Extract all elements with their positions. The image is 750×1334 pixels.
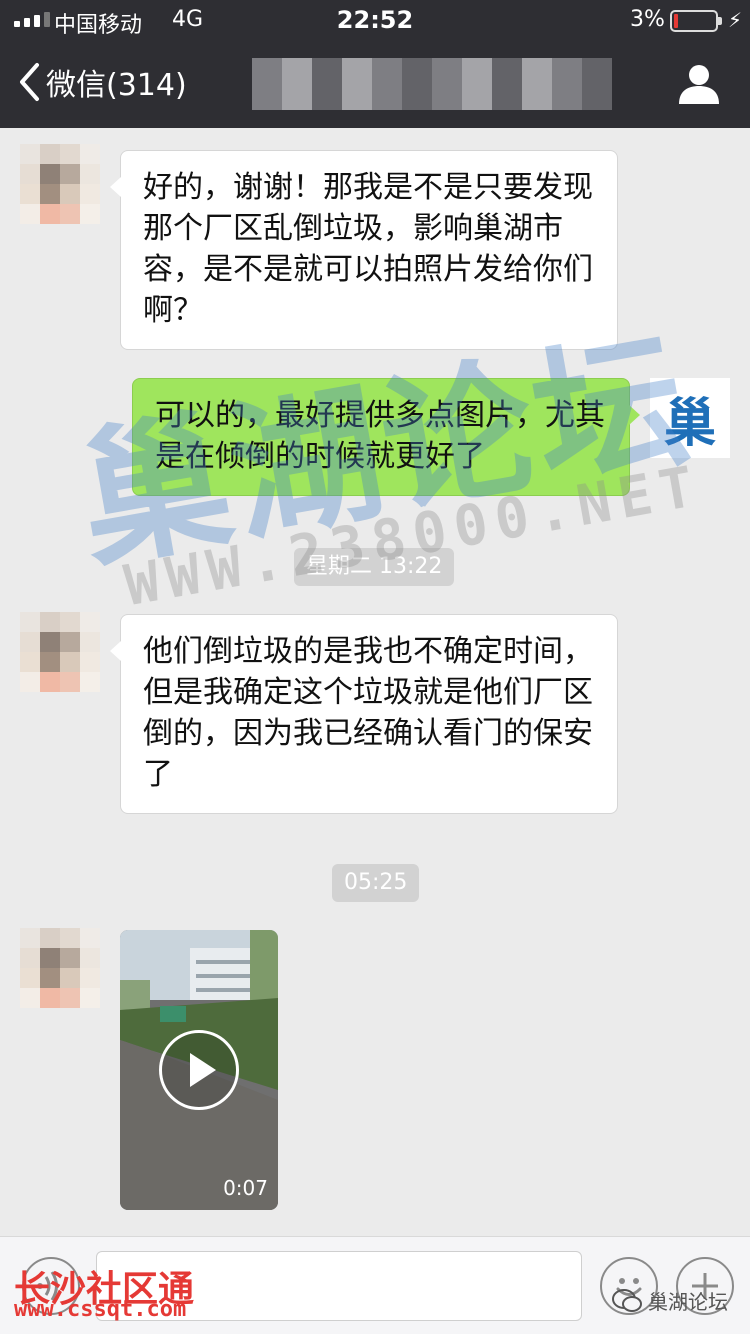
play-icon [190,1053,216,1087]
source-watermark-url: www.cssqt.com [14,1297,187,1322]
message-bubble-outgoing[interactable]: 可以的，最好提供多点图片，尤其是在倾倒的时候就更好了 [132,378,640,496]
chat-info-button[interactable] [676,62,722,110]
status-bar: 中国移动 4G 22:52 3% ⚡ [0,0,750,40]
avatar[interactable] [20,928,100,1008]
video-message[interactable]: 0:07 [120,930,278,1210]
chevron-left-icon [20,63,39,101]
chat-title-pixelated [252,58,612,110]
charging-icon: ⚡ [728,8,743,32]
back-button[interactable]: 微信(314) [18,60,187,104]
battery-percent: 3% [630,7,665,32]
wechat-account-name: 巢湖论坛 [648,1290,728,1314]
message-bubble[interactable]: 好的，谢谢！那我是不是只要发现那个厂区乱倒垃圾，影响巢湖市容，是不是就可以拍照片… [110,150,618,350]
chat-message-list[interactable]: 好的，谢谢！那我是不是只要发现那个厂区乱倒垃圾，影响巢湖市容，是不是就可以拍照片… [0,128,750,1236]
back-label: 微信(314) [46,68,187,103]
battery-icon [670,10,722,32]
wechat-icon [612,1288,642,1312]
avatar[interactable] [20,612,100,692]
play-button[interactable] [159,1030,239,1110]
avatar[interactable] [20,144,100,224]
message-bubble[interactable]: 他们倒垃圾的是我也不确定时间，但是我确定这个垃圾就是他们厂区倒的，因为我已经确认… [110,614,618,814]
wechat-account-watermark: 巢湖论坛 [612,1286,728,1315]
avatar[interactable]: 巢 [650,378,730,458]
video-duration: 0:07 [223,1176,268,1200]
timestamp: 星期二 13:22 [294,548,455,586]
person-icon [679,65,719,104]
timestamp: 05:25 [332,864,420,902]
nav-bar: 微信(314) [0,40,750,128]
